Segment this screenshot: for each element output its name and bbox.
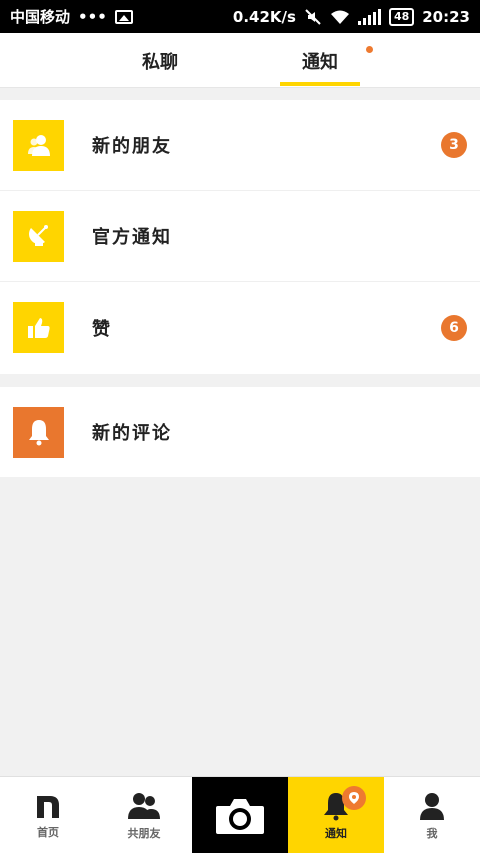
count-badge: 3 (441, 132, 467, 158)
nav-camera-button[interactable] (192, 777, 288, 853)
profile-icon (420, 792, 444, 820)
camera-icon (216, 798, 264, 834)
bottom-navigation: 首页 共朋友 通知 我 (0, 776, 480, 853)
home-n-icon (37, 795, 59, 818)
carrier-name: 中国移动 (10, 8, 71, 26)
battery-indicator: 48 (388, 7, 415, 26)
notification-dots: ••• (78, 7, 107, 26)
comment-list: 新的评论 (0, 387, 480, 477)
nav-notifications[interactable]: 通知 (288, 777, 384, 853)
count-badge: 6 (441, 314, 467, 341)
unread-dot (366, 46, 373, 53)
thumbs-up-icon (13, 302, 64, 353)
image-notification-icon (114, 9, 133, 24)
list-item-likes[interactable]: 赞 6 (0, 282, 480, 373)
bell-icon (13, 406, 64, 458)
active-tab-indicator (280, 82, 360, 86)
nav-friends[interactable]: 共朋友 (96, 777, 192, 853)
status-bar: 中国移动 ••• 0.42K/s 48 20:23 (0, 0, 480, 33)
mute-icon (305, 8, 321, 25)
list-item-new-friends[interactable]: 新的朋友 3 (0, 100, 480, 191)
tab-label: 私聊 (142, 51, 178, 73)
list-item-new-comments[interactable]: 新的评论 (0, 387, 480, 477)
clock: 20:23 (422, 7, 470, 26)
top-tab-bar: 私聊 通知 (0, 33, 480, 88)
tab-notifications[interactable]: 通知 (280, 33, 360, 88)
list-item-label: 官方通知 (92, 227, 172, 248)
people-icon (13, 119, 64, 171)
tab-private-chat[interactable]: 私聊 (120, 33, 200, 88)
location-pin-badge-icon (342, 786, 366, 810)
nav-label: 共朋友 (127, 826, 161, 840)
signal-icon (357, 8, 381, 25)
nav-profile[interactable]: 我 (384, 777, 480, 853)
nav-label: 首页 (37, 825, 59, 839)
list-item-official-notice[interactable]: 官方通知 (0, 191, 480, 282)
nav-home[interactable]: 首页 (0, 777, 96, 853)
notification-list: 新的朋友 3 官方通知 赞 6 (0, 100, 480, 374)
satellite-dish-icon (13, 210, 64, 262)
tab-label: 通知 (302, 51, 338, 73)
nav-label: 我 (426, 826, 438, 840)
network-speed: 0.42K/s (232, 7, 296, 26)
friends-icon (128, 792, 160, 819)
nav-label: 通知 (325, 826, 347, 840)
wifi-icon (330, 10, 349, 24)
list-item-label: 赞 (92, 318, 112, 340)
list-item-label: 新的评论 (92, 423, 172, 444)
list-item-label: 新的朋友 (92, 136, 172, 157)
